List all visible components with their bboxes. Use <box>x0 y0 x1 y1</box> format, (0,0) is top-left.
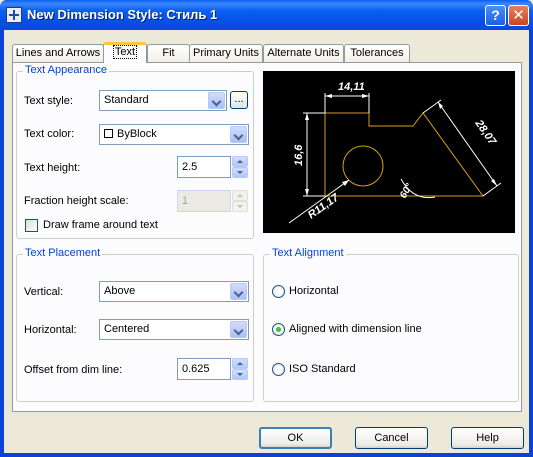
alignment-aligned-radio[interactable] <box>272 323 285 336</box>
tab-tolerances[interactable]: Tolerances <box>344 44 410 62</box>
draw-frame-checkbox[interactable] <box>25 219 38 232</box>
spin-up-icon[interactable] <box>232 358 248 369</box>
help-button[interactable]: Help <box>451 427 524 449</box>
title-bar[interactable]: New Dimension Style: Стиль 1 ? ✕ <box>0 0 533 30</box>
app-icon <box>6 7 22 23</box>
offset-value: 0.625 <box>182 363 210 375</box>
tab-panel: Text Appearance Text style: Standard ...… <box>12 62 522 412</box>
tab-alternate-units[interactable]: Alternate Units <box>263 44 344 62</box>
alignment-iso-radio[interactable] <box>272 363 285 376</box>
spin-down-icon[interactable] <box>232 369 248 380</box>
alignment-horizontal-radio[interactable] <box>272 285 285 298</box>
group-legend: Text Alignment <box>270 247 346 259</box>
spin-up-icon[interactable] <box>232 156 248 167</box>
spin-up-icon <box>232 190 248 201</box>
chevron-down-icon[interactable] <box>230 283 247 300</box>
text-appearance-group: Text Appearance Text style: Standard ...… <box>16 64 254 239</box>
vertical-value: Above <box>104 285 136 297</box>
text-alignment-group: Text Alignment Horizontal Aligned with d… <box>263 247 519 402</box>
offset-spinner[interactable]: 0.625 <box>177 358 249 380</box>
question-icon: ? <box>491 7 500 23</box>
alignment-horizontal-label: Horizontal <box>289 285 339 297</box>
chevron-down-icon[interactable] <box>230 126 247 143</box>
chevron-down-icon[interactable] <box>230 321 247 338</box>
draw-frame-label: Draw frame around text <box>43 219 158 231</box>
vertical-label: Vertical: <box>24 286 64 298</box>
dimension-preview: 14,11 16,6 28,07 R11,17 60° <box>263 71 515 233</box>
fraction-height-spinner: 1 <box>177 190 249 212</box>
alignment-aligned-label: Aligned with dimension line <box>289 323 422 335</box>
dialog-body: Lines and Arrows Text Fit Primary Units … <box>4 30 529 453</box>
dialog-window: New Dimension Style: Стиль 1 ? ✕ Lines a… <box>0 0 533 457</box>
text-height-spinner[interactable]: 2.5 <box>177 156 249 178</box>
text-style-value: Standard <box>104 94 149 106</box>
tab-lines-and-arrows[interactable]: Lines and Arrows <box>12 44 104 62</box>
group-legend: Text Placement <box>23 247 103 259</box>
text-style-select[interactable]: Standard <box>99 90 227 111</box>
offset-label: Offset from dim line: <box>24 364 123 376</box>
tab-label: Fit <box>162 47 175 59</box>
text-color-label: Text color: <box>24 128 75 140</box>
dim-top-text: 14,11 <box>338 81 365 93</box>
horizontal-label: Horizontal: <box>24 324 77 336</box>
cancel-button[interactable]: Cancel <box>355 427 428 449</box>
dim-right-text: 28,07 <box>472 117 499 148</box>
fraction-height-value: 1 <box>182 195 189 207</box>
horizontal-select[interactable]: Centered <box>99 319 249 340</box>
text-color-select[interactable]: ByBlock <box>99 124 249 145</box>
close-icon: ✕ <box>512 7 525 24</box>
text-height-value: 2.5 <box>182 161 198 173</box>
text-style-browse-button[interactable]: ... <box>230 91 248 109</box>
group-legend: Text Appearance <box>23 64 109 76</box>
preview-drawing: 14,11 16,6 28,07 R11,17 60° <box>288 81 502 224</box>
title-help-button[interactable]: ? <box>485 5 506 26</box>
tab-text[interactable]: Text <box>103 42 147 63</box>
horizontal-value: Centered <box>104 323 150 335</box>
text-color-value: ByBlock <box>117 128 157 140</box>
spin-down-icon <box>232 201 248 212</box>
tab-label: Primary Units <box>192 47 259 59</box>
text-height-label: Text height: <box>24 162 81 174</box>
tab-primary-units[interactable]: Primary Units <box>189 44 263 62</box>
dim-left-text: 16,6 <box>293 144 305 166</box>
text-style-label: Text style: <box>24 95 73 107</box>
dim-angle-text: 60° <box>398 181 416 200</box>
vertical-select[interactable]: Above <box>99 281 249 302</box>
tab-fit[interactable]: Fit <box>147 44 190 62</box>
window-title: New Dimension Style: Стиль 1 <box>27 7 218 22</box>
title-close-button[interactable]: ✕ <box>508 5 529 26</box>
tab-label: Text <box>112 45 138 59</box>
tab-label: Lines and Arrows <box>15 47 101 59</box>
alignment-iso-label: ISO Standard <box>289 363 356 375</box>
color-swatch-icon <box>104 129 113 138</box>
ok-button[interactable]: OK <box>259 427 332 449</box>
spin-down-icon[interactable] <box>232 167 248 178</box>
chevron-down-icon[interactable] <box>208 92 225 109</box>
fraction-height-label: Fraction height scale: <box>24 195 129 207</box>
tab-label: Tolerances <box>350 47 404 59</box>
tab-label: Alternate Units <box>267 47 340 59</box>
text-placement-group: Text Placement Vertical: Above Horizonta… <box>16 247 254 402</box>
